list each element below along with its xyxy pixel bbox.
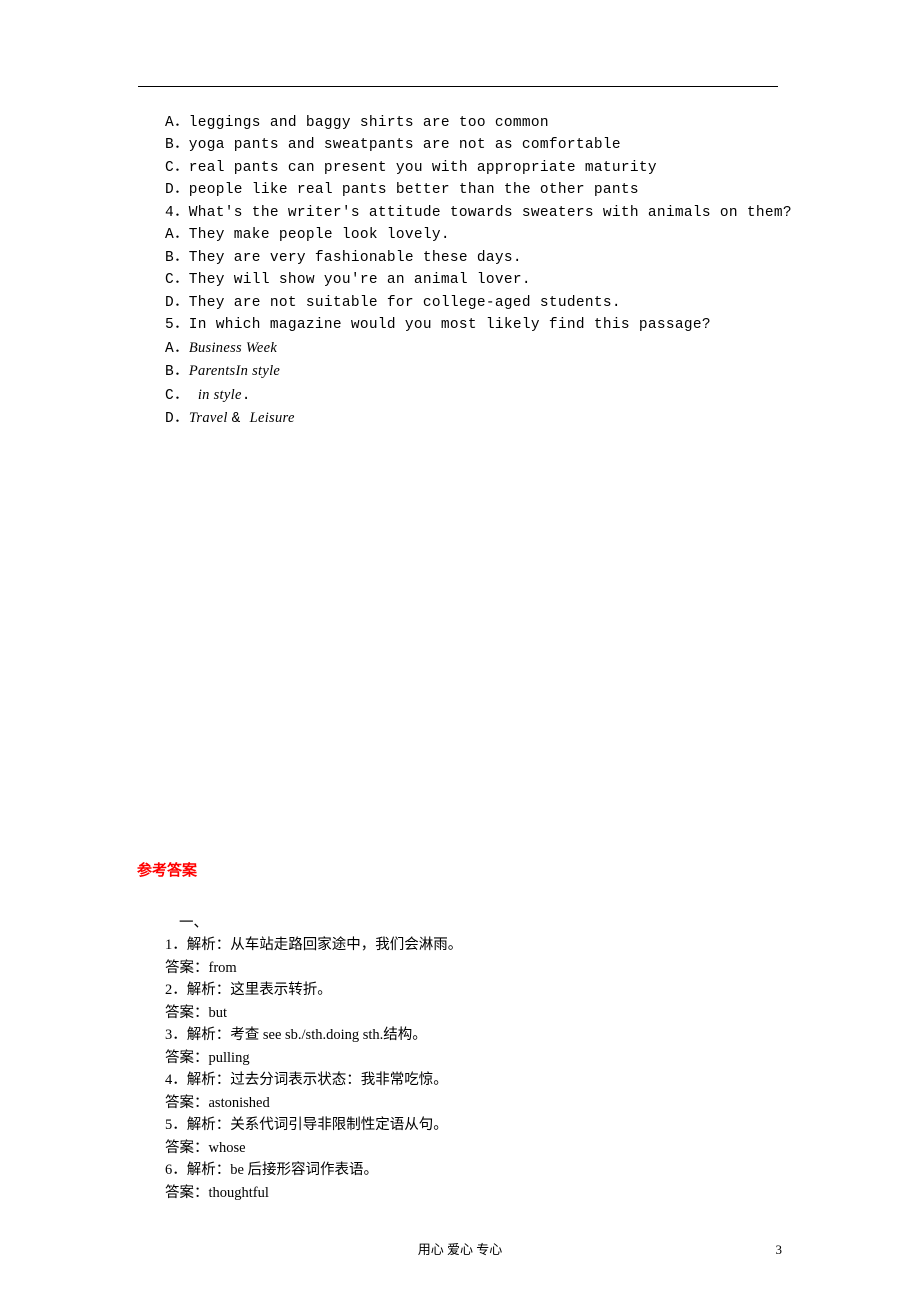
questions-block: A．leggings and baggy shirts are too comm… bbox=[165, 112, 795, 431]
q3-option-d: D．people like real pants better than the… bbox=[165, 179, 795, 201]
answer-explanation: 1．解析：从车站走路回家途中，我们会淋雨。 bbox=[165, 934, 785, 956]
q5-option-c: C． in style. bbox=[165, 384, 795, 407]
magazine-title: Business Week bbox=[189, 340, 277, 356]
option-prefix: D． bbox=[165, 411, 189, 427]
header-rule bbox=[138, 86, 778, 87]
q4-option-c: C．They will show you're an animal lover. bbox=[165, 269, 795, 291]
magazine-title: in style bbox=[198, 387, 242, 403]
answer-value: 答案：thoughtful bbox=[165, 1182, 785, 1204]
document-page: A．leggings and baggy shirts are too comm… bbox=[0, 0, 920, 1302]
option-prefix: B． bbox=[165, 364, 189, 380]
q4-option-b: B．They are very fashionable these days. bbox=[165, 247, 795, 269]
q5-option-b: B．ParentsIn style bbox=[165, 360, 795, 383]
answer-explanation: 4．解析：过去分词表示状态：我非常吃惊。 bbox=[165, 1069, 785, 1091]
page-number: 3 bbox=[776, 1240, 783, 1260]
q3-option-c: C．real pants can present you with approp… bbox=[165, 157, 795, 179]
punct: . bbox=[242, 388, 251, 404]
q5-option-a: A．Business Week bbox=[165, 337, 795, 360]
magazine-title: Travel bbox=[189, 410, 232, 426]
answer-value: 答案：whose bbox=[165, 1137, 785, 1159]
option-prefix: A． bbox=[165, 341, 189, 357]
q5-stem: 5．In which magazine would you most likel… bbox=[165, 314, 795, 336]
answer-value: 答案：from bbox=[165, 957, 785, 979]
q4-stem: 4．What's the writer's attitude towards s… bbox=[165, 202, 795, 224]
answer-value: 答案：astonished bbox=[165, 1092, 785, 1114]
answers-block: 一、 1．解析：从车站走路回家途中，我们会淋雨。 答案：from 2．解析：这里… bbox=[165, 912, 785, 1204]
option-prefix: C． bbox=[165, 388, 198, 404]
q4-option-a: A．They make people look lovely. bbox=[165, 224, 795, 246]
q5-option-d: D．Travel & Leisure bbox=[165, 407, 795, 430]
answers-section-label: 一、 bbox=[165, 912, 785, 934]
q3-option-b: B．yoga pants and sweatpants are not as c… bbox=[165, 134, 795, 156]
magazine-title: Leisure bbox=[250, 410, 295, 426]
answer-explanation: 3．解析：考查 see sb./sth.doing sth.结构。 bbox=[165, 1024, 785, 1046]
answer-explanation: 2．解析：这里表示转折。 bbox=[165, 979, 785, 1001]
answer-explanation: 5．解析：关系代词引导非限制性定语从句。 bbox=[165, 1114, 785, 1136]
answer-value: 答案：but bbox=[165, 1002, 785, 1024]
q4-option-d: D．They are not suitable for college-aged… bbox=[165, 292, 795, 314]
answers-heading: 参考答案 bbox=[137, 860, 197, 883]
answer-explanation: 6．解析：be 后接形容词作表语。 bbox=[165, 1159, 785, 1181]
answer-value: 答案：pulling bbox=[165, 1047, 785, 1069]
q3-option-a: A．leggings and baggy shirts are too comm… bbox=[165, 112, 795, 134]
footer-text: 用心 爱心 专心 bbox=[0, 1240, 920, 1260]
magazine-title: ParentsIn style bbox=[189, 363, 280, 379]
ampersand: & bbox=[232, 411, 250, 427]
